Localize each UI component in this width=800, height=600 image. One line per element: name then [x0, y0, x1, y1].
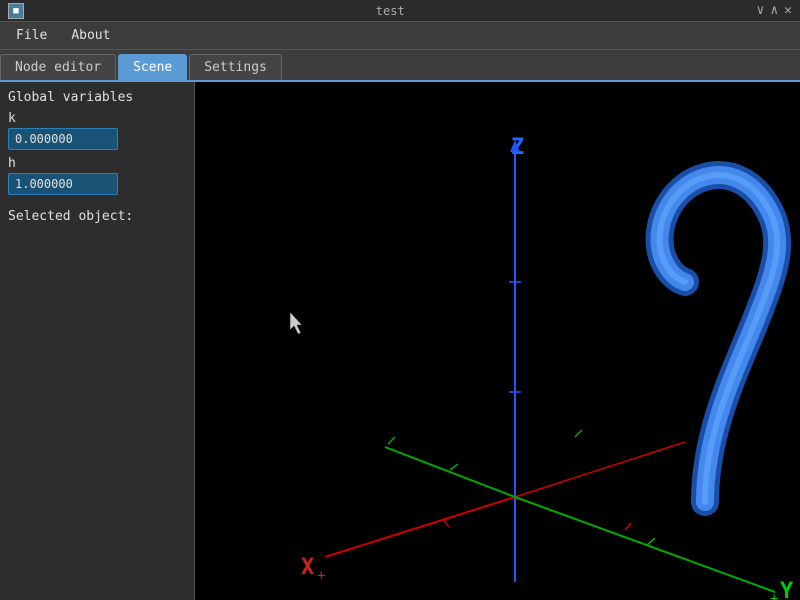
var-k-input[interactable]	[8, 128, 118, 150]
minimize-button[interactable]: ∨	[757, 3, 765, 18]
tab-scene[interactable]: Scene	[118, 54, 187, 80]
var-h-label: h	[8, 156, 186, 171]
menu-file[interactable]: File	[4, 26, 59, 45]
svg-text:Y: Y	[780, 579, 794, 600]
svg-text:+: +	[770, 591, 778, 600]
menu-about[interactable]: About	[59, 26, 122, 45]
main-content: Global variables k h Selected object: Z …	[0, 82, 800, 600]
3d-viewport[interactable]: Z X + Y +	[195, 82, 800, 600]
global-variables-title: Global variables	[8, 90, 186, 105]
menubar: File About	[0, 22, 800, 50]
svg-text:X: X	[301, 555, 314, 580]
tab-node-editor[interactable]: Node editor	[0, 54, 116, 80]
window-title: test	[24, 4, 757, 18]
selected-object-label: Selected object:	[8, 209, 186, 224]
left-panel: Global variables k h Selected object:	[0, 82, 195, 600]
var-h-input[interactable]	[8, 173, 118, 195]
svg-text:+: +	[317, 568, 325, 584]
maximize-button[interactable]: ∧	[770, 3, 778, 18]
var-k-label: k	[8, 111, 186, 126]
window-controls[interactable]: ∨ ∧ ✕	[757, 3, 792, 18]
tabbar: Node editor Scene Settings	[0, 50, 800, 82]
close-button[interactable]: ✕	[784, 3, 792, 18]
tab-settings[interactable]: Settings	[189, 54, 282, 80]
titlebar: ■ test ∨ ∧ ✕	[0, 0, 800, 22]
scene-svg: Z X + Y +	[195, 82, 800, 600]
app-icon: ■	[8, 3, 24, 19]
